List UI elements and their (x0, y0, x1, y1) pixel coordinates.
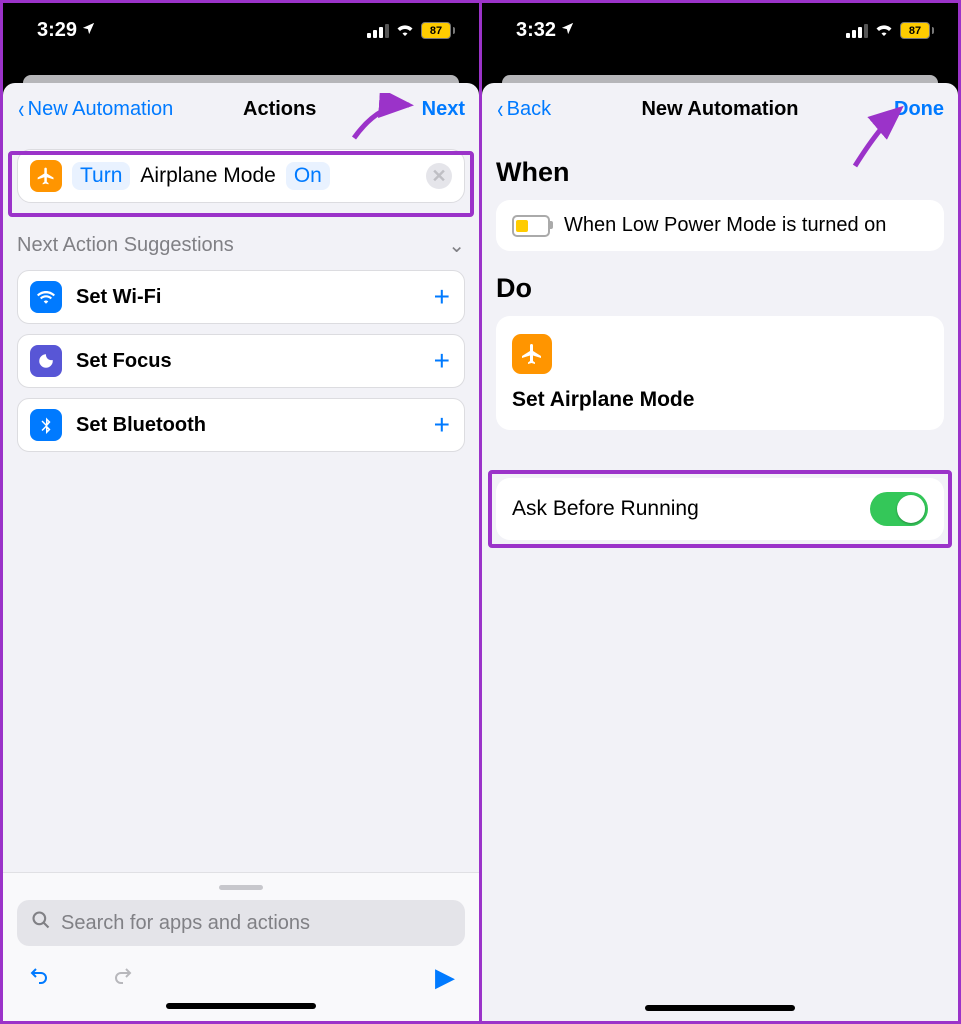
back-label: New Automation (28, 98, 174, 121)
section-when-title: When (496, 157, 944, 188)
phone-left: 3:29 87 ‹ (3, 3, 482, 1021)
suggestion-set-wifi[interactable]: Set Wi-Fi + (17, 270, 465, 324)
search-icon (31, 910, 51, 936)
ask-toggle[interactable] (870, 492, 928, 526)
action-subject: Airplane Mode (140, 164, 275, 188)
ask-label: Ask Before Running (512, 497, 699, 521)
do-action-card[interactable]: Set Airplane Mode (496, 316, 944, 430)
redo-button (111, 963, 135, 993)
done-button[interactable]: Done (894, 98, 944, 121)
nav-title: New Automation (641, 98, 798, 121)
suggestions-header-label: Next Action Suggestions (17, 234, 234, 257)
wifi-icon (30, 281, 62, 313)
status-bar: 3:29 87 (3, 3, 479, 60)
when-condition-card[interactable]: When Low Power Mode is turned on (496, 200, 944, 251)
bottom-panel: Search for apps and actions ▶ (3, 872, 479, 1021)
plus-icon: + (434, 281, 450, 313)
suggestion-set-bluetooth[interactable]: Set Bluetooth + (17, 398, 465, 452)
suggestion-label: Set Focus (76, 350, 172, 373)
search-placeholder: Search for apps and actions (61, 912, 310, 935)
wifi-icon (395, 19, 415, 42)
battery-indicator: 87 (421, 22, 455, 39)
bluetooth-icon (30, 409, 62, 441)
clear-action-button[interactable]: ✕ (426, 163, 452, 189)
chevron-left-icon: ‹ (18, 96, 24, 122)
back-button[interactable]: ‹ Back (496, 96, 551, 122)
status-time: 3:32 (516, 19, 556, 42)
suggestion-label: Set Wi-Fi (76, 286, 161, 309)
play-button[interactable]: ▶ (435, 962, 455, 993)
battery-indicator: 87 (900, 22, 934, 39)
home-indicator[interactable] (645, 1005, 795, 1011)
location-icon (560, 21, 575, 40)
plus-icon: + (434, 345, 450, 377)
chevron-down-icon: ⌄ (448, 233, 465, 258)
next-button[interactable]: Next (422, 98, 465, 121)
airplane-icon (30, 160, 62, 192)
undo-button[interactable] (27, 963, 51, 993)
moon-icon (30, 345, 62, 377)
action-state-token[interactable]: On (286, 162, 330, 190)
grabber-icon[interactable] (219, 885, 263, 890)
section-do-title: Do (496, 273, 944, 304)
suggestion-label: Set Bluetooth (76, 414, 206, 437)
nav-title: Actions (243, 98, 316, 121)
back-label: Back (507, 98, 551, 121)
battery-low-icon (512, 215, 550, 237)
suggestion-set-focus[interactable]: Set Focus + (17, 334, 465, 388)
suggestions-header[interactable]: Next Action Suggestions ⌄ (17, 233, 465, 258)
status-time: 3:29 (37, 19, 77, 42)
do-action-label: Set Airplane Mode (512, 388, 928, 412)
cell-signal-icon (846, 24, 868, 38)
search-input[interactable]: Search for apps and actions (17, 900, 465, 946)
ask-before-running-row[interactable]: Ask Before Running (496, 478, 944, 540)
phone-right: 3:32 87 ‹ (482, 3, 958, 1021)
nav-bar: ‹ New Automation Actions Next (3, 83, 479, 135)
cell-signal-icon (367, 24, 389, 38)
airplane-icon (512, 334, 552, 374)
plus-icon: + (434, 409, 450, 441)
nav-bar: ‹ Back New Automation Done (482, 83, 958, 135)
action-verb-token[interactable]: Turn (72, 162, 130, 190)
wifi-icon (874, 19, 894, 42)
status-bar: 3:32 87 (482, 3, 958, 60)
suggestions-list: Set Wi-Fi + Set Focus + Se (17, 270, 465, 452)
back-button[interactable]: ‹ New Automation (17, 96, 173, 122)
current-action-card[interactable]: Turn Airplane Mode On ✕ (17, 149, 465, 203)
location-icon (81, 21, 96, 40)
home-indicator[interactable] (166, 1003, 316, 1009)
chevron-left-icon: ‹ (497, 96, 503, 122)
when-condition-label: When Low Power Mode is turned on (564, 214, 886, 237)
